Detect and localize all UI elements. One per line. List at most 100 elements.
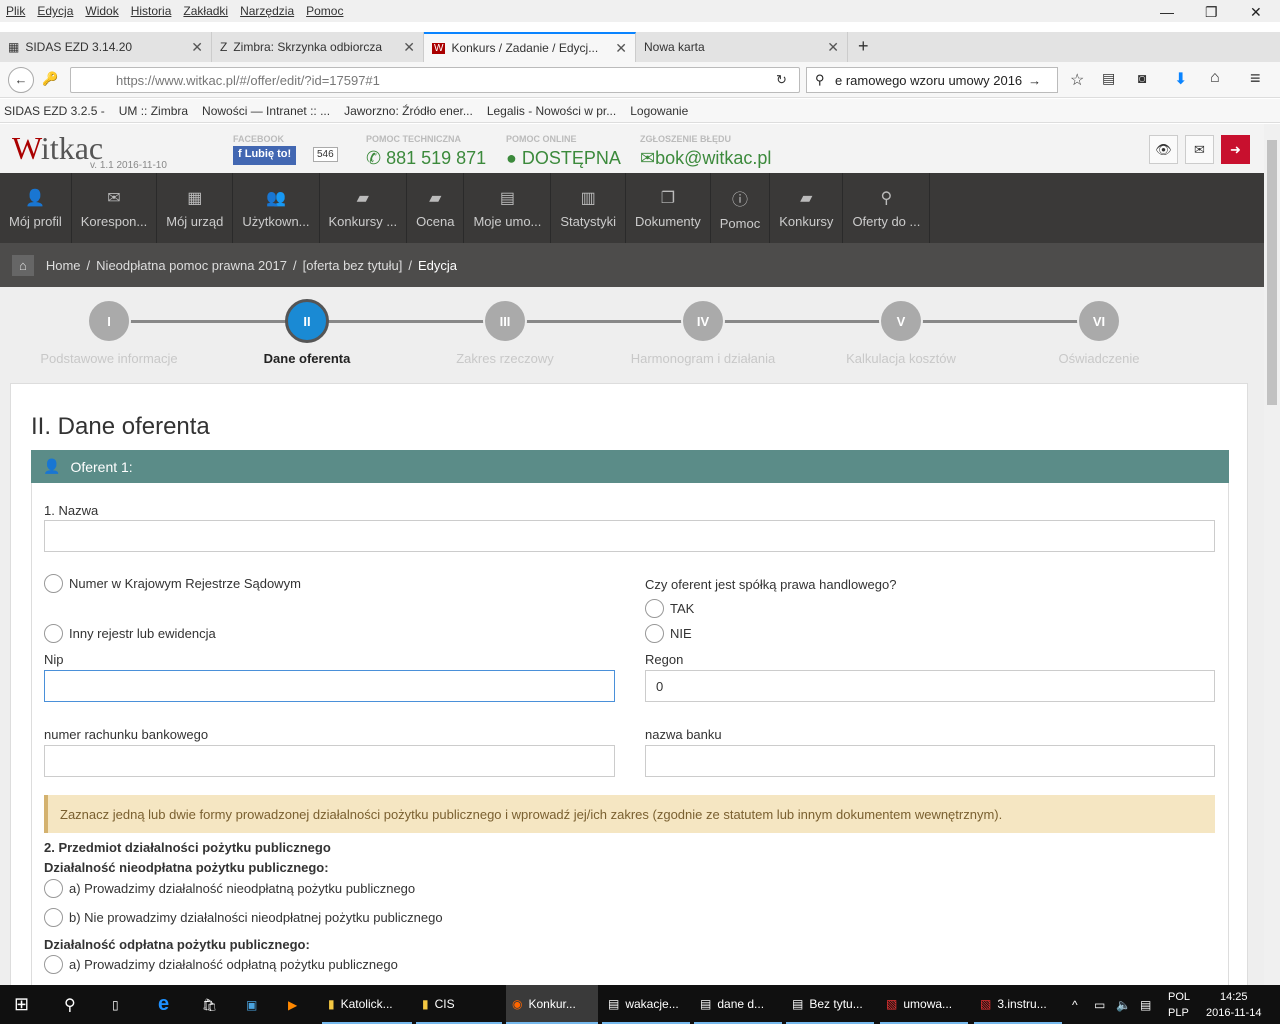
logout-icon[interactable]: ➜ <box>1221 135 1250 164</box>
nav-offers[interactable]: ⚲ Oferty do ... <box>843 173 931 243</box>
mail-icon[interactable]: ✉ <box>1185 135 1214 164</box>
close-tab-icon[interactable]: ✕ <box>191 39 203 56</box>
home-icon[interactable]: ⌂ <box>12 254 34 276</box>
radio-free-a[interactable]: a) Prowadzimy działalność nieodpłatną po… <box>44 879 415 898</box>
account-input[interactable] <box>44 745 615 777</box>
radio-nie[interactable]: NIE <box>645 624 692 643</box>
menu-edycja[interactable]: Edycja <box>37 4 73 18</box>
bookmark-jaworzno[interactable]: Jaworzno: Źródło ener... <box>344 104 473 118</box>
scrollbar[interactable] <box>1264 124 1280 985</box>
nav-help[interactable]: ⓘ Pomoc <box>711 173 771 243</box>
menu-historia[interactable]: Historia <box>131 4 172 18</box>
online-help[interactable]: ● DOSTĘPNA <box>506 148 621 169</box>
radio-button[interactable] <box>645 624 664 643</box>
close-tab-icon[interactable]: ✕ <box>615 40 627 57</box>
close-tab-icon[interactable]: ✕ <box>403 39 415 56</box>
volume-muted-icon[interactable]: 🔈 <box>1110 985 1137 1024</box>
step-4[interactable]: IV <box>681 299 725 343</box>
radio-other-register[interactable]: Inny rejestr lub ewidencja <box>44 624 216 643</box>
breadcrumb-offer[interactable]: [oferta bez tytułu] <box>303 258 403 273</box>
back-button[interactable]: ← <box>8 67 34 93</box>
pocket-icon[interactable]: ◙ <box>1138 70 1146 86</box>
radio-free-b[interactable]: b) Nie prowadzimy działalności nieodpłat… <box>44 908 443 927</box>
start-button[interactable]: ⊞ <box>8 985 35 1024</box>
reading-list-icon[interactable]: ▤ <box>1102 70 1115 87</box>
store-icon[interactable]: 🛍 <box>196 985 223 1024</box>
menu-narzedzia[interactable]: Narzędzia <box>240 4 294 18</box>
bookmark-logowanie[interactable]: Logowanie <box>630 104 688 118</box>
taskbar-dane[interactable]: ▤ dane d... <box>694 985 782 1024</box>
step-6[interactable]: VI <box>1077 299 1121 343</box>
radio-button[interactable] <box>44 955 63 974</box>
close-tab-icon[interactable]: ✕ <box>827 39 839 56</box>
nip-input[interactable] <box>44 670 615 702</box>
network-icon[interactable]: ▭ <box>1088 985 1111 1024</box>
menu-pomoc[interactable]: Pomoc <box>306 4 343 18</box>
search-icon[interactable]: ⚲ <box>58 985 82 1024</box>
nav-agreements[interactable]: ▤ Moje umo... <box>464 173 552 243</box>
taskbar-katolick[interactable]: ▮ Katolick... <box>322 985 412 1024</box>
bookmark-zimbra[interactable]: UM :: Zimbra <box>119 104 188 118</box>
nav-documents[interactable]: ❐ Dokumenty <box>626 173 711 243</box>
reload-icon[interactable]: ↻ <box>776 72 787 88</box>
download-icon[interactable]: ⬇ <box>1174 69 1187 89</box>
nav-rating[interactable]: ▰ Ocena <box>407 173 465 243</box>
regon-input[interactable]: 0 <box>645 670 1215 702</box>
radio-paid-a[interactable]: a) Prowadzimy działalność odpłatną pożyt… <box>44 955 398 974</box>
step-3[interactable]: III <box>483 299 527 343</box>
taskbar-firefox[interactable]: ◉ Konkur... <box>506 985 598 1024</box>
outlook-icon[interactable]: ▣ <box>240 985 263 1024</box>
nav-correspondence[interactable]: ✉ Korespon... <box>72 173 158 243</box>
bookmark-legalis[interactable]: Legalis - Nowości w pr... <box>487 104 616 118</box>
radio-button[interactable] <box>44 624 63 643</box>
new-tab-button[interactable]: + <box>848 32 879 62</box>
restore-icon[interactable]: ❐ <box>1205 4 1218 21</box>
radio-button[interactable] <box>44 908 63 927</box>
name-input[interactable] <box>44 520 1215 552</box>
taskbar-bez-tytulu[interactable]: ▤ Bez tytu... <box>786 985 874 1024</box>
eye-icon[interactable]: 👁 <box>1149 135 1178 164</box>
radio-button[interactable] <box>44 574 63 593</box>
go-icon[interactable]: → <box>1028 73 1041 88</box>
search-bar[interactable]: ⚲ e ramowego wzoru umowy 2016 → <box>806 67 1058 93</box>
radio-button[interactable] <box>44 879 63 898</box>
task-view-icon[interactable]: ▯ <box>106 985 125 1024</box>
tab-new[interactable]: Nowa karta ✕ <box>636 32 848 62</box>
menu-zakladki[interactable]: Zakładki <box>183 4 228 18</box>
scrollbar-thumb[interactable] <box>1267 140 1277 405</box>
tray-chevron-icon[interactable]: ^ <box>1066 985 1084 1024</box>
url-bar[interactable]: https://www.witkac.pl/#/offer/edit/?id=1… <box>70 67 800 93</box>
breadcrumb-contest[interactable]: Nieodpłatna pomoc prawna 2017 <box>96 258 287 273</box>
nav-contests[interactable]: ▰ Konkursy ... <box>320 173 408 243</box>
nav-statistics[interactable]: ▥ Statystyki <box>551 173 627 243</box>
close-window-icon[interactable]: ✕ <box>1250 4 1262 21</box>
tab-sidas[interactable]: ▦ SIDAS EZD 3.14.20 ✕ <box>0 32 212 62</box>
tab-konkurs[interactable]: W Konkurs / Zadanie / Edycj... ✕ <box>424 32 636 62</box>
radio-krs[interactable]: Numer w Krajowym Rejestrze Sądowym <box>44 574 301 593</box>
breadcrumb-home[interactable]: Home <box>46 258 81 273</box>
menu-plik[interactable]: Plik <box>6 4 25 18</box>
nav-profile[interactable]: 👤 Mój profil <box>0 173 72 243</box>
step-1[interactable]: I <box>87 299 131 343</box>
radio-tak[interactable]: TAK <box>645 599 694 618</box>
tab-zimbra[interactable]: Z Zimbra: Skrzynka odbiorcza ✕ <box>212 32 424 62</box>
nav-office[interactable]: ▦ Mój urząd <box>157 173 234 243</box>
media-player-icon[interactable]: ▶ <box>282 985 303 1024</box>
clock[interactable]: 14:25 2016-11-14 <box>1206 989 1261 1021</box>
taskbar-instrukcja[interactable]: ▧ 3.instru... <box>974 985 1062 1024</box>
step-5[interactable]: V <box>879 299 923 343</box>
radio-button[interactable] <box>645 599 664 618</box>
edge-icon[interactable]: e <box>152 985 175 1024</box>
taskbar-wakacje[interactable]: ▤ wakacje... <box>602 985 690 1024</box>
language-indicator[interactable]: POL PLP <box>1168 989 1190 1021</box>
email-link[interactable]: ✉bok@witkac.pl <box>640 148 771 169</box>
nav-contests-2[interactable]: ▰ Konkursy <box>770 173 844 243</box>
minimize-icon[interactable]: — <box>1160 4 1174 20</box>
home-icon[interactable]: ⌂ <box>1210 69 1220 87</box>
nav-users[interactable]: 👥 Użytkown... <box>233 173 320 243</box>
notification-icon[interactable]: ▤ <box>1134 985 1157 1024</box>
facebook-like-button[interactable]: f Lubię to! <box>233 146 297 165</box>
bookmark-star-icon[interactable]: ☆ <box>1070 70 1084 90</box>
hamburger-menu-icon[interactable]: ≡ <box>1250 68 1261 89</box>
step-2[interactable]: II <box>285 299 329 343</box>
